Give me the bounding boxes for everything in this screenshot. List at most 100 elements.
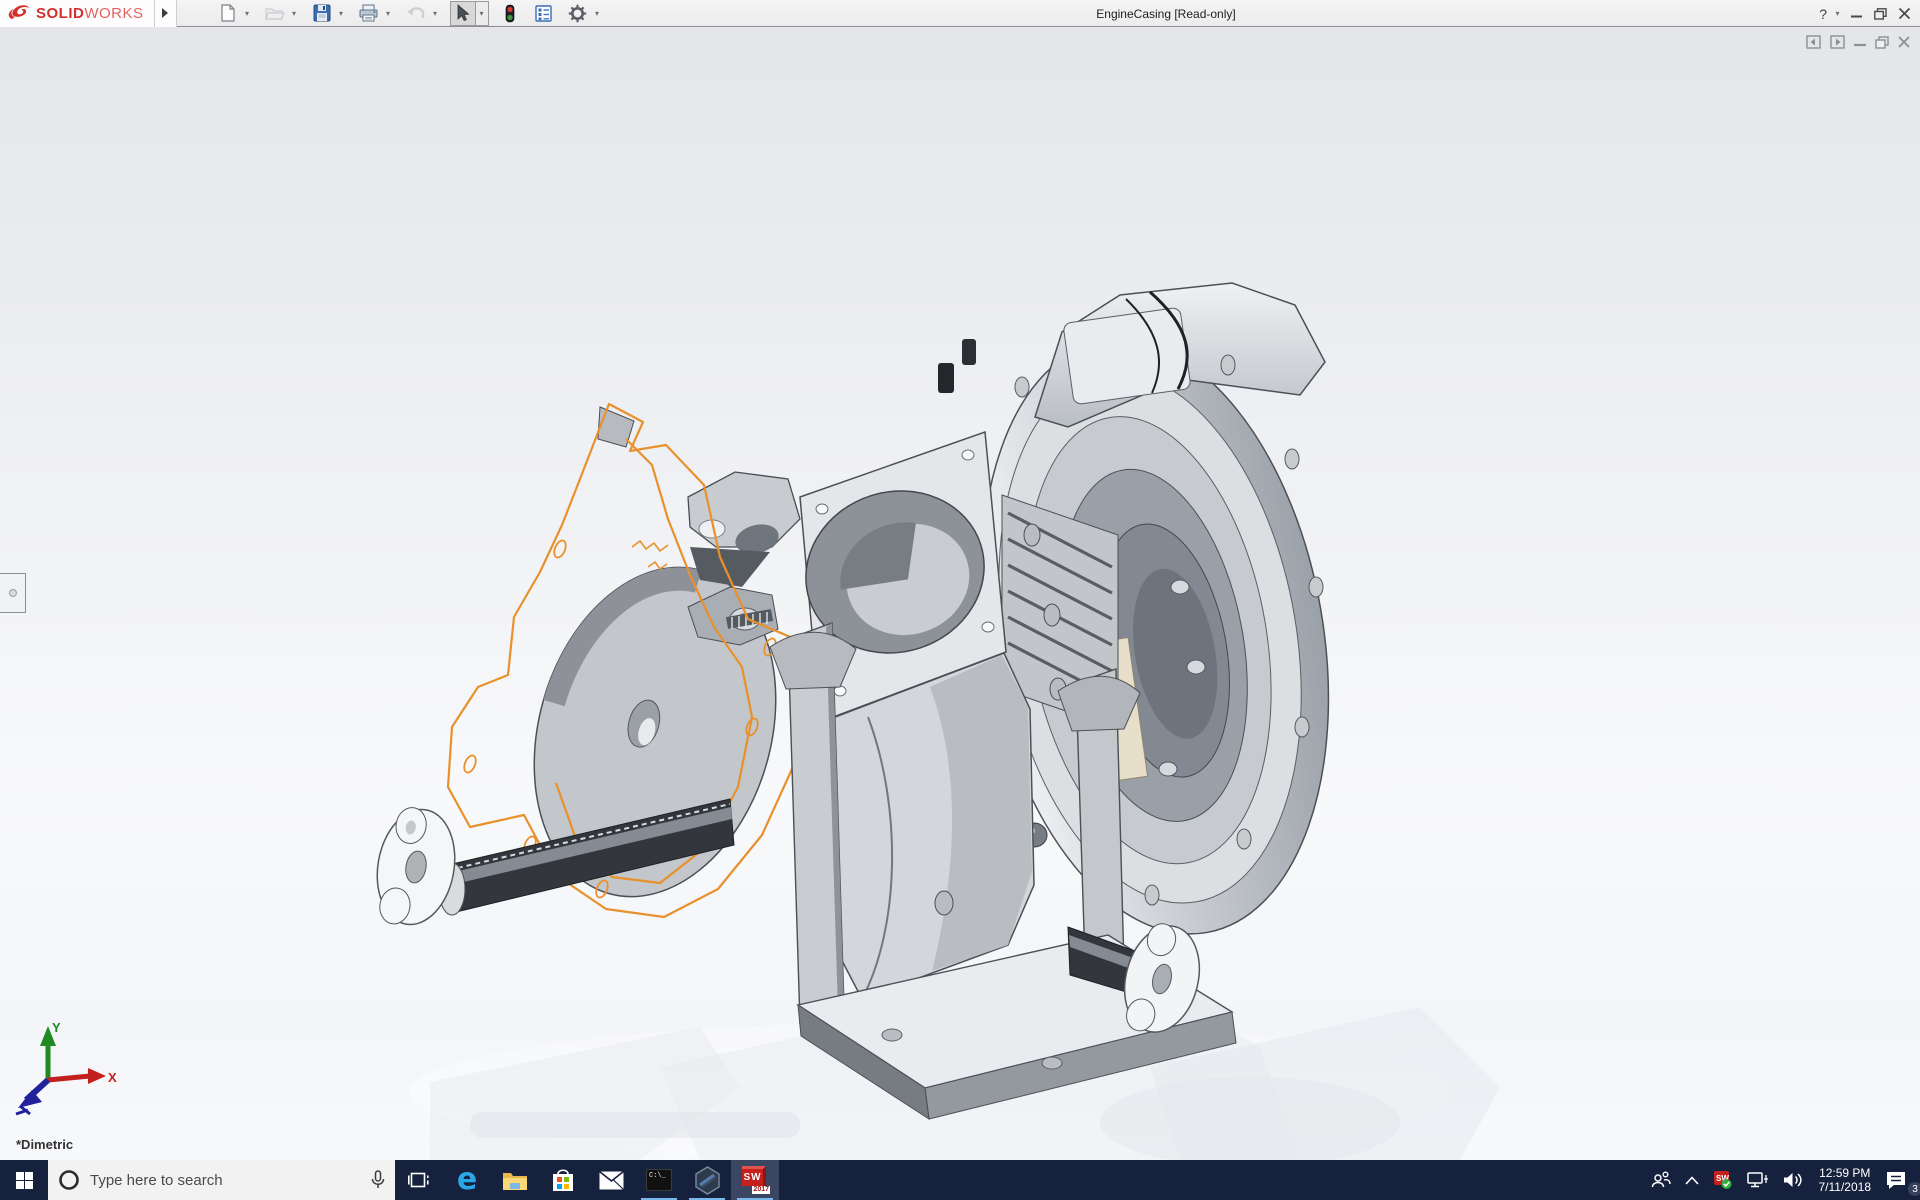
microphone-icon[interactable] [371, 1170, 385, 1190]
help-dropdown[interactable]: ▾ [1831, 1, 1844, 26]
solidworks-taskbar-button[interactable]: SW 2017 [731, 1160, 779, 1200]
solidworks-2017-icon: SW 2017 [740, 1166, 770, 1194]
gear-icon [568, 4, 587, 23]
options-dropdown[interactable]: ▾ [591, 1, 604, 26]
windows-taskbar: e C:\_ [0, 1160, 1920, 1200]
restore-icon [1874, 8, 1887, 20]
system-tray: SW 12: [1644, 1160, 1920, 1200]
microsoft-store-button[interactable] [539, 1160, 587, 1200]
cursor-arrow-icon [455, 4, 470, 22]
title-bar: SOLIDWORKS ▾ ▾ [0, 0, 1920, 27]
triad-x-label: X [108, 1070, 117, 1085]
command-prompt-icon: C:\_ [646, 1169, 672, 1191]
show-left-pane-button[interactable] [1806, 35, 1821, 49]
volume-tray-button[interactable] [1776, 1160, 1811, 1200]
right-triangle-icon [161, 7, 169, 19]
edge-icon: e [457, 1165, 477, 1195]
restore-button[interactable] [1868, 1, 1892, 26]
edge-button[interactable]: e [443, 1160, 491, 1200]
properties-list-icon [535, 5, 552, 22]
doc-close-button[interactable] [1898, 36, 1910, 48]
mail-icon [599, 1171, 624, 1190]
document-window-controls [1806, 35, 1910, 49]
window-controls: ? ▾ [1815, 0, 1916, 27]
document-title: EngineCasing [Read-only] [1096, 0, 1235, 27]
select-tool-button[interactable] [450, 1, 476, 26]
action-center-icon [1886, 1171, 1906, 1190]
show-right-pane-button[interactable] [1830, 35, 1845, 49]
undo-dropdown[interactable]: ▾ [429, 1, 442, 26]
traffic-light-icon [505, 4, 515, 23]
select-tool-dropdown[interactable]: ▾ [476, 1, 489, 26]
chevron-up-icon [1685, 1176, 1699, 1185]
save-button[interactable] [309, 1, 335, 26]
store-icon [552, 1168, 574, 1192]
open-button[interactable] [262, 1, 288, 26]
open-folder-icon [265, 5, 285, 21]
hexagon-app-button[interactable] [683, 1160, 731, 1200]
doc-minimize-button[interactable] [1854, 36, 1866, 48]
solidworks-window: SOLIDWORKS ▾ ▾ [0, 0, 1920, 1200]
model-bolt[interactable] [962, 339, 976, 365]
doc-restore-button[interactable] [1875, 36, 1889, 49]
sw-cube-face: SW [742, 1166, 766, 1186]
save-floppy-icon [313, 4, 331, 22]
undo-button[interactable] [403, 1, 429, 26]
network-tray-button[interactable] [1740, 1160, 1776, 1200]
view-orientation-label: *Dimetric [16, 1137, 73, 1152]
options-button[interactable] [565, 1, 591, 26]
file-explorer-button[interactable] [491, 1160, 539, 1200]
pin-dot-icon [9, 589, 17, 597]
print-dropdown[interactable]: ▾ [382, 1, 395, 26]
menu-flyout-arrow[interactable] [155, 0, 177, 27]
notification-badge: 3 [1908, 1182, 1920, 1196]
cortana-icon [58, 1169, 80, 1191]
collapsed-pane-tab[interactable] [0, 573, 26, 613]
mail-button[interactable] [587, 1160, 635, 1200]
clock-date: 7/11/2018 [1819, 1180, 1872, 1194]
speaker-icon [1783, 1171, 1804, 1189]
ds-swoosh-icon [6, 3, 32, 23]
hexagon-app-icon [694, 1166, 721, 1195]
print-button[interactable] [356, 1, 382, 26]
clock-time: 12:59 PM [1819, 1166, 1870, 1180]
minimize-button[interactable] [1844, 1, 1868, 26]
file-explorer-icon [502, 1170, 528, 1191]
solidworks-monitor-tray[interactable]: SW [1706, 1160, 1740, 1200]
tray-chevron-button[interactable] [1678, 1160, 1706, 1200]
graphics-area[interactable]: Y X *Dimetric [0, 27, 1920, 1160]
close-icon [1899, 8, 1910, 19]
command-prompt-button[interactable]: C:\_ [635, 1160, 683, 1200]
taskbar-empty-space [779, 1160, 1644, 1200]
people-button[interactable] [1644, 1160, 1678, 1200]
network-icon [1747, 1171, 1769, 1189]
new-document-dropdown[interactable]: ▾ [241, 1, 254, 26]
action-center-button[interactable]: 3 [1879, 1160, 1920, 1200]
print-icon [359, 4, 378, 22]
file-properties-button[interactable] [531, 1, 557, 26]
model-bolt[interactable] [938, 363, 954, 393]
rebuild-button[interactable] [497, 1, 523, 26]
new-document-button[interactable] [215, 1, 241, 26]
close-button[interactable] [1892, 1, 1916, 26]
open-dropdown[interactable]: ▾ [288, 1, 301, 26]
start-button[interactable] [0, 1160, 48, 1200]
quick-access-toolbar: ▾ ▾ ▾ [215, 0, 604, 27]
brand-works: WORKS [84, 5, 143, 22]
task-view-button[interactable] [395, 1160, 443, 1200]
save-dropdown[interactable]: ▾ [335, 1, 348, 26]
engine-casing-model[interactable] [0, 27, 1920, 1160]
tray-clock[interactable]: 12:59 PM 7/11/2018 [1811, 1166, 1880, 1194]
orientation-triad: Y X [8, 1018, 118, 1118]
help-button[interactable]: ? [1815, 6, 1831, 22]
undo-arrow-icon [406, 5, 426, 21]
taskbar-search[interactable] [48, 1160, 395, 1200]
brand-solid: SOLID [36, 5, 84, 22]
sw-status-icon: SW [1713, 1170, 1733, 1190]
windows-logo-icon [16, 1172, 33, 1189]
search-input[interactable] [90, 1172, 371, 1189]
triad-y-label: Y [52, 1020, 61, 1035]
minimize-icon [1851, 8, 1862, 19]
people-icon [1651, 1171, 1671, 1189]
solidworks-logo[interactable]: SOLIDWORKS [0, 0, 155, 27]
